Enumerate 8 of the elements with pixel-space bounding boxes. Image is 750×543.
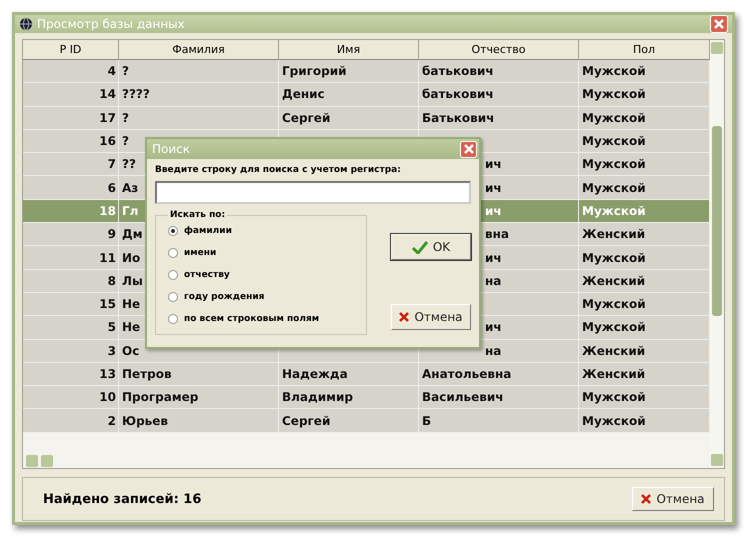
group-title: Искать по: — [169, 210, 226, 220]
table-cell: Юрьев — [119, 409, 279, 433]
status-text: Найдено записей: 16 — [43, 492, 202, 506]
window-title: Просмотр базы данных — [37, 17, 186, 31]
table-cell: Сергей — [279, 409, 419, 433]
dialog-title: Поиск — [152, 142, 190, 156]
table-cell: Б — [419, 409, 579, 433]
table-cell: 2 — [23, 409, 119, 433]
